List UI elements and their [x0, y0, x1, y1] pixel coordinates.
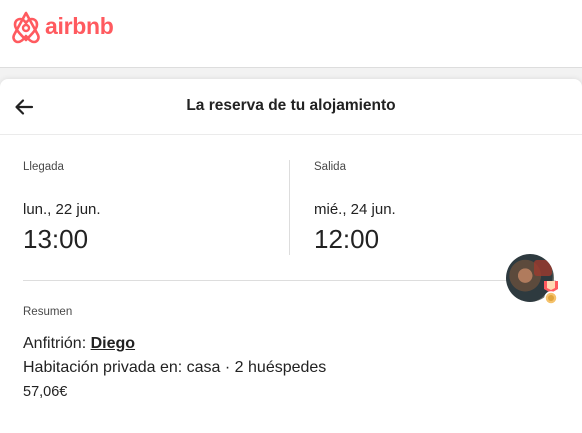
checkin-time: 13:00	[23, 224, 89, 254]
top-bar: airbnb	[0, 0, 582, 68]
horizontal-divider	[23, 280, 556, 281]
airbnb-belo-icon	[12, 11, 40, 44]
host-prefix: Anfitrión:	[23, 335, 87, 352]
sheet-header: La reserva de tu alojamiento	[0, 79, 582, 135]
summary-label: Resumen	[23, 306, 73, 318]
reservation-sheet: La reserva de tu alojamiento Llegada lun…	[0, 79, 582, 433]
checkout-time: 12:00	[314, 224, 380, 254]
checkin-block: Llegada lun., 22 jun. 13:00	[23, 161, 101, 255]
checkout-label: Salida	[314, 161, 346, 173]
brand-name: airbnb	[45, 12, 114, 39]
checkout-date: mié., 24 jun.	[314, 201, 396, 218]
summary-block: Resumen Anfitrión: Diego Habitación priv…	[23, 306, 326, 400]
checkout-block: Salida mié., 24 jun. 12:00	[314, 161, 396, 255]
checkin-date: lun., 22 jun.	[23, 201, 101, 218]
checkin-label: Llegada	[23, 161, 64, 173]
host-line: Anfitrión: Diego	[23, 335, 326, 353]
superhost-badge-icon	[544, 281, 558, 305]
vertical-divider	[289, 160, 290, 255]
host-name-link[interactable]: Diego	[91, 335, 135, 352]
airbnb-logo[interactable]: airbnb	[10, 11, 114, 45]
room-description: Habitación privada en: casa · 2 huéspede…	[23, 359, 327, 376]
price: 57,06€	[23, 384, 68, 400]
page-title: La reserva de tu alojamiento	[186, 97, 396, 114]
